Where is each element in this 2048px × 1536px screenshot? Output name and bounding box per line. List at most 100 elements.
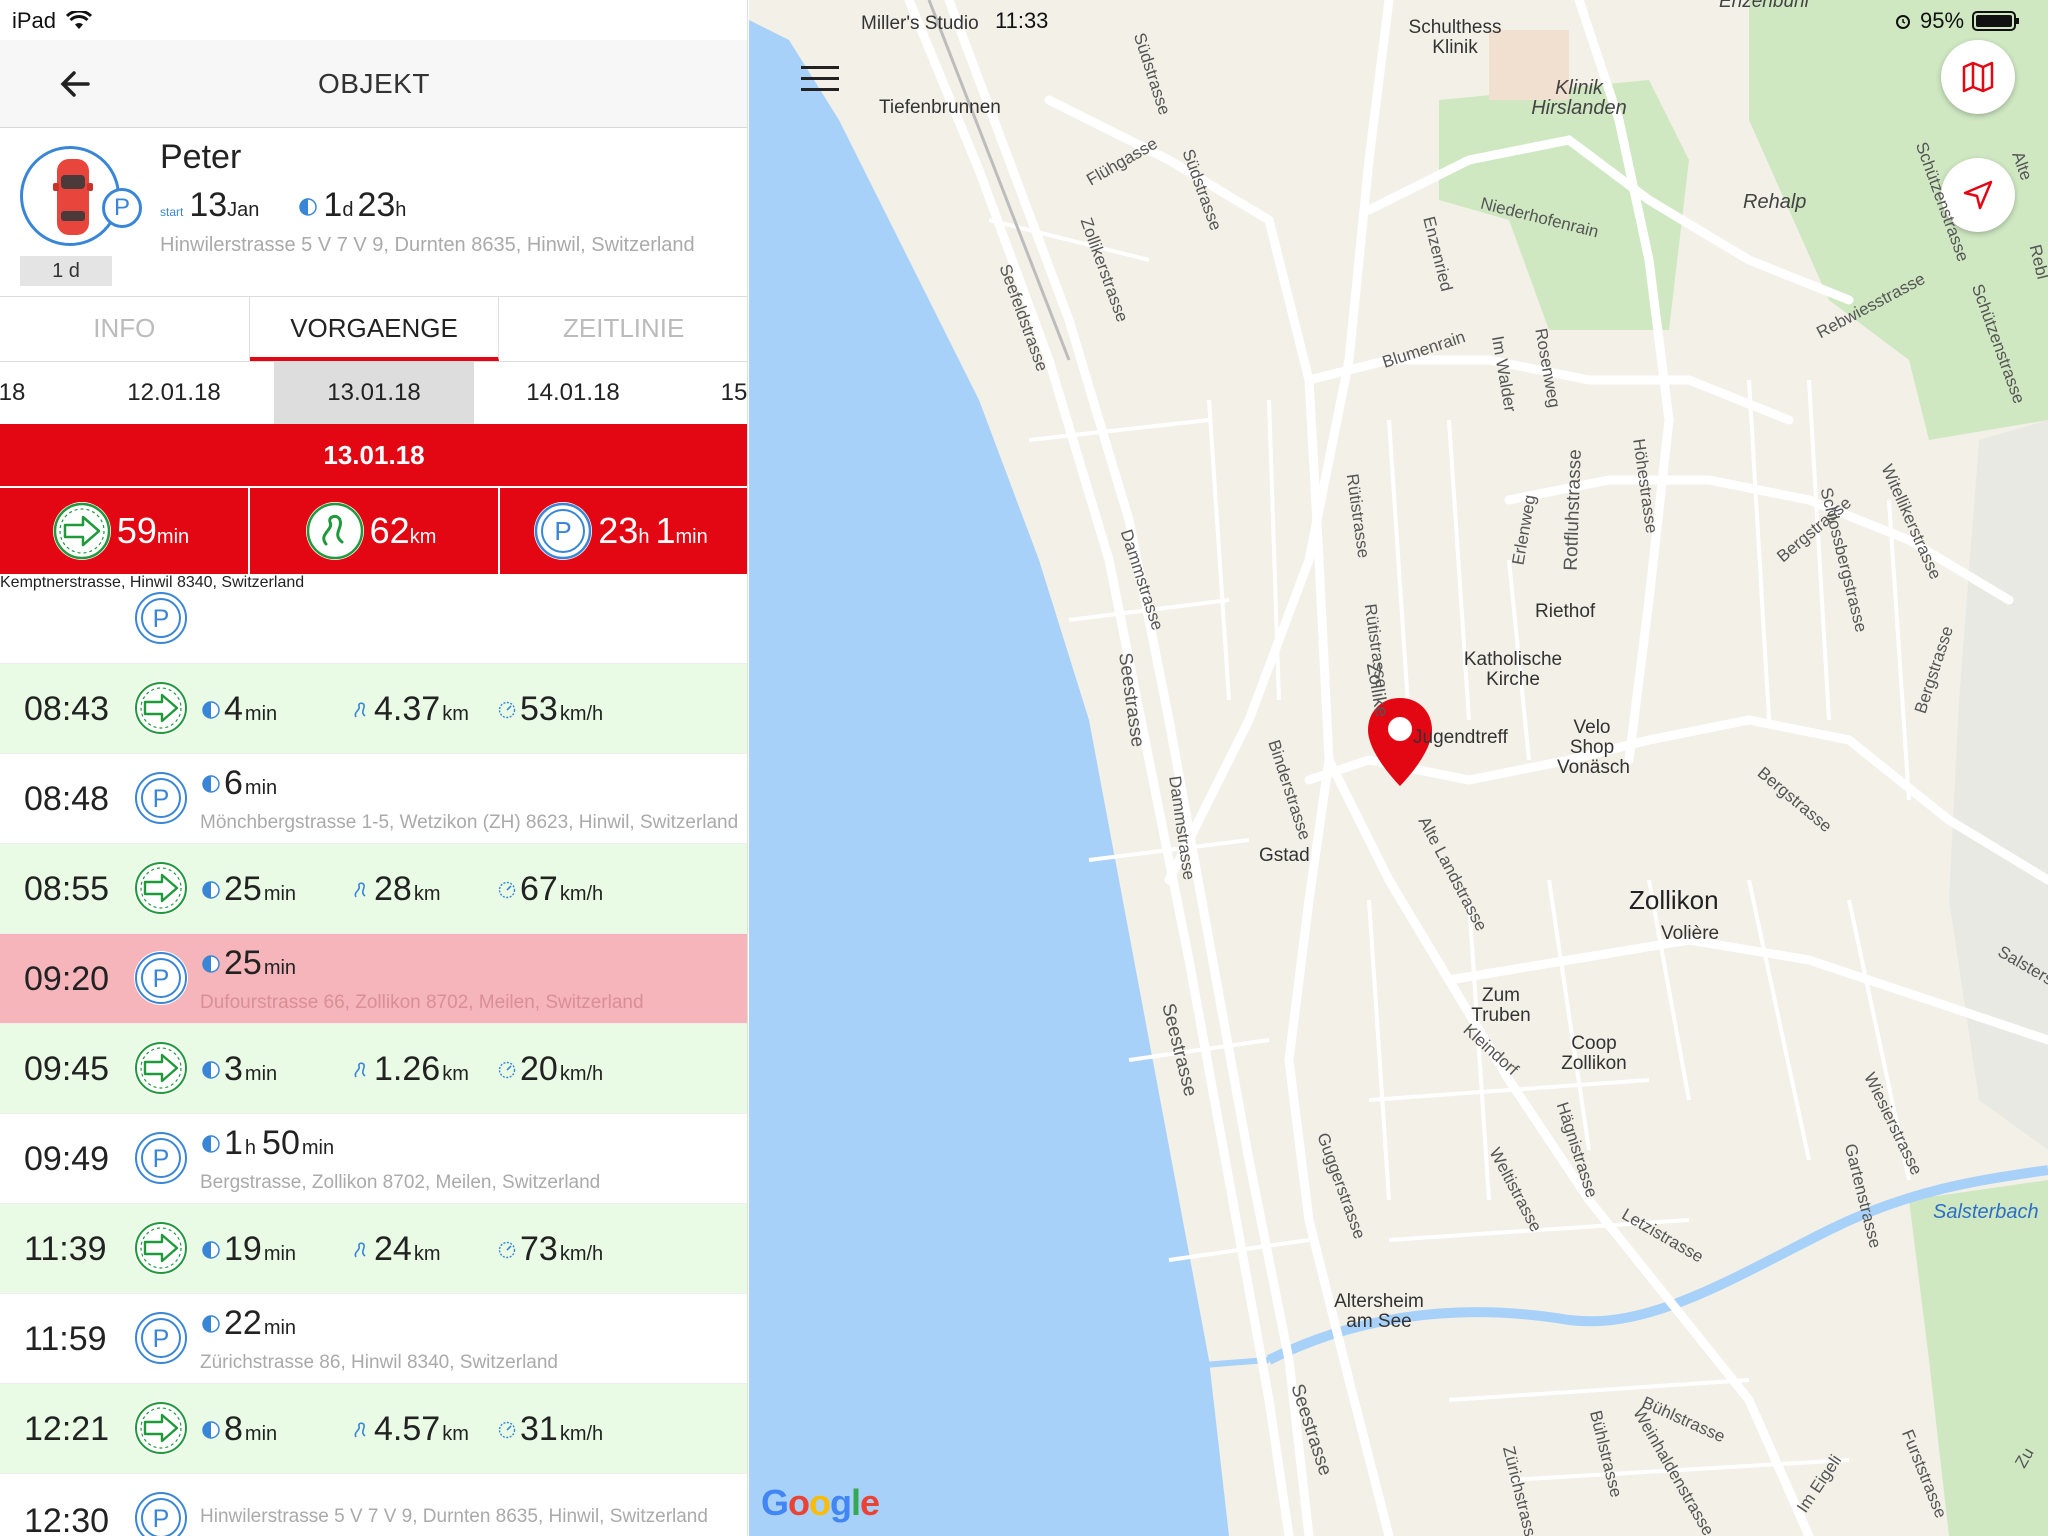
summary-drive-value: 59: [116, 510, 157, 551]
hamburger-icon: [801, 66, 839, 91]
row-address: Bergstrasse, Zollikon 8702, Meilen, Swit…: [200, 1172, 601, 1193]
svg-text:P: P: [555, 516, 572, 546]
date-item[interactable]: 12.01.18: [74, 362, 274, 424]
clock-icon: [202, 700, 220, 719]
timeline-row-drive[interactable]: 11:39 19 min 24 km 73 km/h: [0, 1204, 747, 1294]
timeline-row-drive[interactable]: 08:55 25 min 28 km 67 km/h: [0, 844, 747, 934]
row-time: 09:45: [24, 1050, 110, 1088]
row-duration-unit: min: [244, 703, 278, 725]
row-address: Kemptnerstrasse, Hinwil 8340, Switzerlan…: [0, 574, 305, 591]
drive-arrow-icon: [52, 502, 111, 560]
row-address: Zürichstrasse 86, Hinwil 8340, Switzerla…: [200, 1352, 558, 1373]
date-item-selected[interactable]: 13.01.18: [274, 362, 474, 424]
date-item[interactable]: 15: [634, 362, 747, 424]
tab-zeitlinie[interactable]: ZEITLINIE: [499, 297, 747, 361]
object-start: start 13 Jan 1 d 23 h: [160, 186, 446, 225]
row-address: Hinwilerstrasse 5 V 7 V 9, Durnten 8635,…: [200, 1506, 708, 1527]
route-icon: [354, 1061, 366, 1077]
timeline-list[interactable]: P Kemptnerstrasse, Hinwil 8340, Switzerl…: [0, 574, 747, 1536]
row-duration: 25: [224, 944, 262, 982]
row-time: 08:48: [24, 780, 110, 818]
timeline-row-park[interactable]: 09:49 P 1h 50 min Bergstrasse, Zollikon 8…: [0, 1114, 747, 1204]
status-bar-right: 95%: [1894, 8, 2020, 34]
date-scroller[interactable]: 18 12.01.18 13.01.18 14.01.18 15: [0, 362, 747, 424]
navigation-bar: OBJEKT: [0, 40, 747, 128]
tab-vorgaenge[interactable]: VORGAENGE: [249, 297, 500, 361]
street-label: Rotfluhstrasse: [1560, 448, 1586, 572]
row-distance: 4.37: [374, 690, 441, 728]
clock-icon: [202, 1314, 220, 1333]
row-duration-hours: 1: [224, 1124, 243, 1162]
row-duration: 3: [224, 1050, 243, 1088]
row-duration: 22: [224, 1304, 262, 1342]
route-icon: [305, 502, 364, 560]
wifi-icon: [65, 9, 93, 31]
summary-park-hours-unit: h: [638, 525, 650, 548]
row-duration-unit: min: [263, 1243, 297, 1265]
svg-text:P: P: [153, 1505, 170, 1533]
parking-icon: P: [135, 592, 187, 644]
svg-text:P: P: [153, 605, 170, 633]
summary-park-min: 1: [655, 510, 676, 551]
parking-icon: P: [534, 502, 593, 560]
timeline-row-drive[interactable]: 12:21 8 min 4.57 km 31 km/h: [0, 1384, 747, 1474]
speed-icon: [498, 701, 516, 718]
row-duration-unit: min: [244, 777, 278, 799]
row-duration: 25: [224, 870, 262, 908]
timeline-row-drive[interactable]: 09:45 3 min 1.26 km 20 km/h: [0, 1024, 747, 1114]
row-duration: 19: [224, 1230, 262, 1268]
row-time: 12:21: [24, 1410, 110, 1448]
map-label-tiefenbrunnen: Tiefenbrunnen: [879, 97, 1001, 118]
summary-drive-time: 59 min: [0, 488, 250, 574]
map-label-velo: Velo Shop Vonäsch: [1557, 717, 1630, 778]
timeline-row-park[interactable]: 11:59 P 22 min Zürichstrasse 86, Hinwil 8…: [0, 1294, 747, 1384]
timeline-row-drive[interactable]: 08:43 4 min 4.37 km 53 km/h: [0, 664, 747, 754]
clock-icon: [202, 1134, 220, 1153]
menu-button[interactable]: [801, 66, 839, 94]
row-distance-unit: km: [413, 1243, 441, 1265]
parking-icon: P: [134, 1131, 188, 1185]
row-time: 11:39: [24, 1230, 107, 1268]
map-layers-icon: [1962, 61, 1994, 93]
clock-icon: [202, 1420, 220, 1439]
row-distance-unit: km: [413, 883, 441, 905]
row-duration: 8: [224, 1410, 243, 1448]
parking-icon: P: [102, 188, 142, 228]
row-duration-unit: min: [244, 1423, 278, 1445]
timeline-row-start[interactable]: P Kemptnerstrasse, Hinwil 8340, Switzerl…: [0, 574, 747, 664]
map-label-altersheim: Altersheim am See: [1334, 1291, 1424, 1332]
summary-distance-value: 62: [369, 510, 410, 551]
timeline-row-park[interactable]: 08:48 P 6 min Mönchbergstrasse 1-5, Wetzi…: [0, 754, 747, 844]
route-icon: [354, 701, 366, 717]
row-time: 09:49: [24, 1140, 110, 1178]
summary-parking: P 23 h 1 min: [500, 488, 747, 574]
object-header: P 1 d Peter start 13 Jan 1 d 23 h Hinwil…: [0, 128, 747, 296]
map-label-rehalp: Rehalp: [1743, 191, 1807, 213]
clock-icon: [202, 954, 220, 973]
drive-arrow-icon: [134, 1401, 188, 1455]
row-time: 11:59: [24, 1320, 107, 1358]
tab-bar: INFO VORGAENGE ZEITLINIE: [0, 296, 747, 362]
tab-info[interactable]: INFO: [0, 297, 250, 361]
svg-text:P: P: [153, 1145, 170, 1173]
row-speed: 73: [520, 1230, 558, 1268]
row-address: Mönchbergstrasse 1-5, Wetzikon (ZH) 8623…: [200, 812, 739, 833]
map-label-jugendtreff: Jugendtreff: [1413, 727, 1508, 748]
timeline-row-park-alert[interactable]: 09:20 P 25 min Dufourstrasse 66, Zollikon…: [0, 934, 747, 1024]
summary-distance-unit: km: [409, 525, 437, 548]
drive-arrow-icon: [134, 1041, 188, 1095]
row-distance-unit: km: [442, 1423, 469, 1445]
row-speed: 31: [520, 1410, 558, 1448]
summary-drive-unit: min: [156, 525, 190, 548]
row-distance: 1.26: [374, 1050, 441, 1088]
duration-days: 1: [323, 186, 343, 224]
row-duration: 6: [224, 764, 243, 802]
row-speed-unit: km/h: [559, 1423, 604, 1445]
map-layers-button[interactable]: [1941, 40, 2015, 114]
map-label-salsterbach: Salsterbach: [1933, 1201, 2039, 1223]
row-duration-unit: min: [263, 1317, 297, 1339]
map-view[interactable]: 11:33 95% Miller's Studio Tiefenbrunnen …: [749, 0, 2048, 1536]
timeline-row-park[interactable]: 12:30 P Hinwilerstrasse 5 V 7 V 9, Durnt…: [0, 1474, 747, 1536]
map-label-coop: Coop Zollikon: [1561, 1033, 1627, 1074]
duration-hours-unit: h: [395, 199, 407, 221]
